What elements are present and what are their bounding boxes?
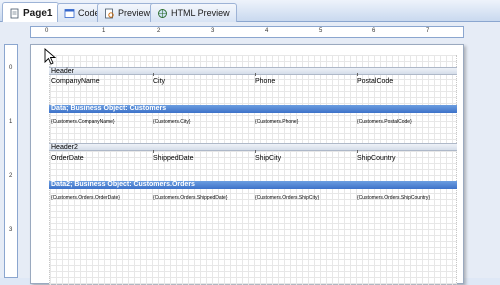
header2-col-shipcountry[interactable]: ShipCountry xyxy=(357,153,457,165)
ruler-v-3: 3 xyxy=(9,227,13,233)
data-cell-city[interactable]: {Customers.City} xyxy=(153,116,253,128)
report-page[interactable]: Header CompanyName City Phone PostalCode… xyxy=(30,44,464,285)
ruler-h-5: 5 xyxy=(319,28,323,34)
ruler-h-3: 3 xyxy=(211,28,215,34)
ruler-v-2: 2 xyxy=(9,173,13,179)
header-col-phone[interactable]: Phone xyxy=(255,76,355,88)
data2-cell-orderdate[interactable]: {Customers.Orders.OrderDate} xyxy=(51,192,151,204)
data-cell-phone[interactable]: {Customers.Phone} xyxy=(255,116,355,128)
data2-band-title[interactable]: Data2; Business Object: Customers.Orders xyxy=(49,181,457,189)
design-grid xyxy=(49,55,457,285)
ruler-h-6: 6 xyxy=(372,28,376,34)
ruler-h-0: 0 xyxy=(45,28,49,34)
header2-col-shippeddate[interactable]: ShippedDate xyxy=(153,153,253,165)
horizontal-ruler: 0 1 2 3 4 5 6 7 xyxy=(30,26,464,38)
code-icon xyxy=(64,8,75,19)
data2-cell-shippeddate[interactable]: {Customers.Orders.ShippedDate} xyxy=(153,192,253,204)
ruler-v-0: 0 xyxy=(9,65,13,71)
data-cell-postalcode[interactable]: {Customers.PostalCode} xyxy=(357,116,457,128)
tab-preview-label: Preview xyxy=(118,8,151,18)
ruler-h-7: 7 xyxy=(426,28,430,34)
column-tick xyxy=(153,73,154,76)
ruler-h-2: 2 xyxy=(157,28,161,34)
header2-band-title[interactable]: Header2 xyxy=(49,143,457,151)
header-col-postalcode[interactable]: PostalCode xyxy=(357,76,457,88)
tab-html-preview[interactable]: HTML Preview xyxy=(150,3,237,22)
mouse-cursor-icon xyxy=(44,48,57,65)
data-band-title[interactable]: Data; Business Object: Customers xyxy=(49,105,457,113)
tab-page1-label: Page1 xyxy=(23,7,53,19)
page-icon xyxy=(9,8,20,19)
ruler-v-1: 1 xyxy=(9,119,13,125)
ruler-h-1: 1 xyxy=(102,28,106,34)
header2-col-orderdate[interactable]: OrderDate xyxy=(51,153,151,165)
data-cell-companyname[interactable]: {Customers.CompanyName} xyxy=(51,116,151,128)
html-preview-icon xyxy=(157,8,168,19)
tab-page1[interactable]: Page1 xyxy=(2,2,60,23)
designer-tab-strip: Page1 Code Preview HTML Preview xyxy=(0,0,500,23)
data2-cell-shipcountry[interactable]: {Customers.Orders.ShipCountry} xyxy=(357,192,457,204)
tab-preview[interactable]: Preview xyxy=(97,3,158,22)
column-tick xyxy=(357,73,358,76)
column-tick xyxy=(357,150,358,153)
ruler-h-4: 4 xyxy=(265,28,269,34)
header-col-city[interactable]: City xyxy=(153,76,253,88)
header-col-companyname[interactable]: CompanyName xyxy=(51,76,151,88)
header-band-title[interactable]: Header xyxy=(49,67,457,75)
data2-cell-shipcity[interactable]: {Customers.Orders.ShipCity} xyxy=(255,192,355,204)
vertical-ruler: 0 1 2 3 xyxy=(4,44,18,278)
header2-col-shipcity[interactable]: ShipCity xyxy=(255,153,355,165)
tab-html-preview-label: HTML Preview xyxy=(171,8,230,18)
preview-icon xyxy=(104,8,115,19)
column-tick xyxy=(255,150,256,153)
column-tick xyxy=(153,150,154,153)
column-tick xyxy=(255,73,256,76)
